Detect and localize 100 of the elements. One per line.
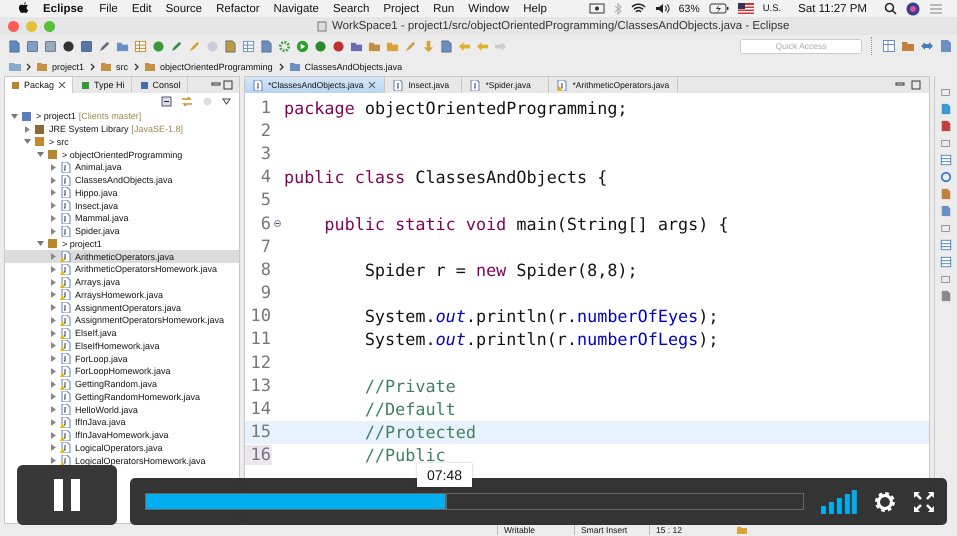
battery-icon[interactable]: [708, 3, 729, 14]
wifi-icon[interactable]: [630, 2, 646, 14]
tree-item[interactable]: Arrays.java: [75, 277, 120, 288]
apple-icon[interactable]: [18, 2, 29, 15]
note-icon[interactable]: [940, 103, 952, 115]
expanded-arrow-icon[interactable]: [37, 240, 44, 248]
tree-item[interactable]: ClassesAndObjects.java: [75, 175, 173, 186]
tree-item[interactable]: IfInJavaHomework.java: [75, 430, 169, 440]
tree-item[interactable]: ArraysHomework.java: [75, 290, 164, 300]
tree-item[interactable]: AssignmentOperatorsHomework.java: [75, 315, 224, 326]
tree-item[interactable]: Animal.java: [75, 162, 122, 172]
outline-icon[interactable]: [940, 154, 952, 166]
collapsed-arrow-icon[interactable]: [50, 342, 57, 350]
seek-bar[interactable]: [145, 493, 804, 510]
view-tab[interactable]: Packag: [5, 77, 74, 93]
page-icon[interactable]: [940, 188, 952, 200]
app-menu[interactable]: Eclipse: [43, 2, 84, 14]
editor-tab[interactable]: *ClassesAndObjects.java: [245, 77, 386, 93]
collapsed-arrow-icon[interactable]: [50, 189, 57, 196]
grid-icon[interactable]: [242, 40, 255, 52]
play-icon[interactable]: [296, 40, 309, 52]
zoom-button[interactable]: [44, 20, 55, 32]
collapsed-arrow-icon[interactable]: [50, 266, 57, 273]
collapsed-arrow-icon[interactable]: [50, 316, 57, 324]
close-icon[interactable]: [58, 81, 66, 89]
tree-item[interactable]: IfInJava.java: [75, 417, 126, 428]
tree-item[interactable]: LogicalOperatorsHomework.java: [75, 456, 206, 466]
tree-item[interactable]: Mammal.java: [75, 213, 129, 224]
tree-item[interactable]: ArithmeticOperatorsHomework.java: [75, 264, 218, 274]
tree-item[interactable]: Insect.java: [75, 200, 118, 211]
camera-icon[interactable]: [588, 3, 605, 14]
restore-icon[interactable]: [940, 222, 952, 234]
tree-item[interactable]: Spider.java: [75, 226, 120, 236]
speaker-icon[interactable]: [654, 3, 670, 14]
view-tab[interactable]: Consol: [134, 77, 188, 93]
tree-item[interactable]: > project1: [36, 111, 76, 122]
close-icon[interactable]: [368, 81, 376, 89]
menu-item[interactable]: Search: [332, 2, 370, 14]
collapsed-arrow-icon[interactable]: [50, 164, 57, 171]
tree-item[interactable]: LogicalOperators.java: [75, 442, 163, 453]
pencil-icon[interactable]: [404, 40, 417, 52]
collapsed-arrow-icon[interactable]: [50, 304, 57, 312]
collapsed-arrow-icon[interactable]: [50, 432, 57, 439]
collapsed-arrow-icon[interactable]: [50, 214, 57, 222]
maximize-icon[interactable]: [223, 80, 233, 90]
view-tab[interactable]: Type Hi: [75, 77, 132, 93]
quick-access-field[interactable]: Quick Access: [740, 38, 862, 54]
expanded-arrow-icon[interactable]: [37, 151, 44, 158]
tree-item[interactable]: ElseIfHomework.java: [75, 340, 160, 351]
expanded-arrow-icon[interactable]: [24, 138, 31, 146]
arrows-icon[interactable]: [920, 39, 934, 53]
fold-icon[interactable]: [274, 220, 280, 228]
collapsed-arrow-icon[interactable]: [50, 393, 57, 400]
editor-tab[interactable]: *Spider.java: [462, 77, 550, 93]
volume-icon[interactable]: [821, 490, 858, 514]
list-icon[interactable]: [929, 2, 943, 14]
arrow-down-icon[interactable]: [422, 40, 435, 52]
close-button[interactable]: [8, 20, 19, 32]
menu-item[interactable]: Help: [523, 2, 547, 14]
document-icon[interactable]: [8, 40, 21, 52]
flag-icon[interactable]: [738, 3, 754, 14]
collapsed-arrow-icon[interactable]: [50, 176, 57, 184]
restore-icon[interactable]: [940, 86, 952, 98]
breadcrumb-item[interactable]: objectOrientedProgramming: [160, 62, 273, 72]
collapsed-arrow-icon[interactable]: [50, 355, 57, 362]
collapsed-arrow-icon[interactable]: [50, 457, 57, 464]
collapsed-arrow-icon[interactable]: [50, 418, 57, 426]
view-menu-icon[interactable]: [222, 98, 231, 105]
search-icon[interactable]: [884, 2, 897, 15]
page-icon[interactable]: [940, 290, 952, 302]
grid-icon[interactable]: [882, 39, 896, 53]
menu-item[interactable]: File: [99, 2, 118, 14]
link-icon[interactable]: [181, 96, 193, 107]
tree-item[interactable]: AssignmentOperators.java: [75, 302, 182, 313]
expanded-arrow-icon[interactable]: [11, 112, 18, 120]
list-icon[interactable]: [940, 256, 952, 268]
page-icon[interactable]: [440, 40, 453, 52]
collapse-icon[interactable]: [161, 96, 172, 107]
menu-item[interactable]: Run: [433, 2, 454, 14]
tree-item[interactable]: > objectOrientedProgramming: [62, 150, 182, 160]
collapsed-arrow-icon[interactable]: [24, 126, 31, 133]
pencil-icon[interactable]: [188, 40, 201, 52]
collapsed-arrow-icon[interactable]: [50, 228, 57, 235]
restore-icon[interactable]: [940, 273, 952, 285]
menu-item[interactable]: Window: [468, 2, 510, 14]
circle-icon[interactable]: [152, 40, 165, 52]
editor-tab[interactable]: Insect.java: [385, 77, 462, 93]
collapsed-arrow-icon[interactable]: [50, 406, 57, 414]
dot-icon[interactable]: [206, 40, 219, 52]
tree-item[interactable]: Hippo.java: [75, 188, 118, 198]
collapsed-arrow-icon[interactable]: [50, 444, 57, 452]
collapsed-arrow-icon[interactable]: [50, 291, 57, 298]
tree-item[interactable]: GettingRandom.java: [75, 379, 158, 390]
page-icon[interactable]: [940, 120, 952, 132]
page-icon[interactable]: [260, 40, 273, 52]
tree-item[interactable]: ElseIf.java: [75, 328, 117, 338]
tree-item[interactable]: JRE System Library: [49, 124, 129, 134]
menu-item[interactable]: Navigate: [274, 2, 319, 14]
collapsed-arrow-icon[interactable]: [50, 380, 57, 388]
grid-icon[interactable]: [134, 40, 147, 52]
